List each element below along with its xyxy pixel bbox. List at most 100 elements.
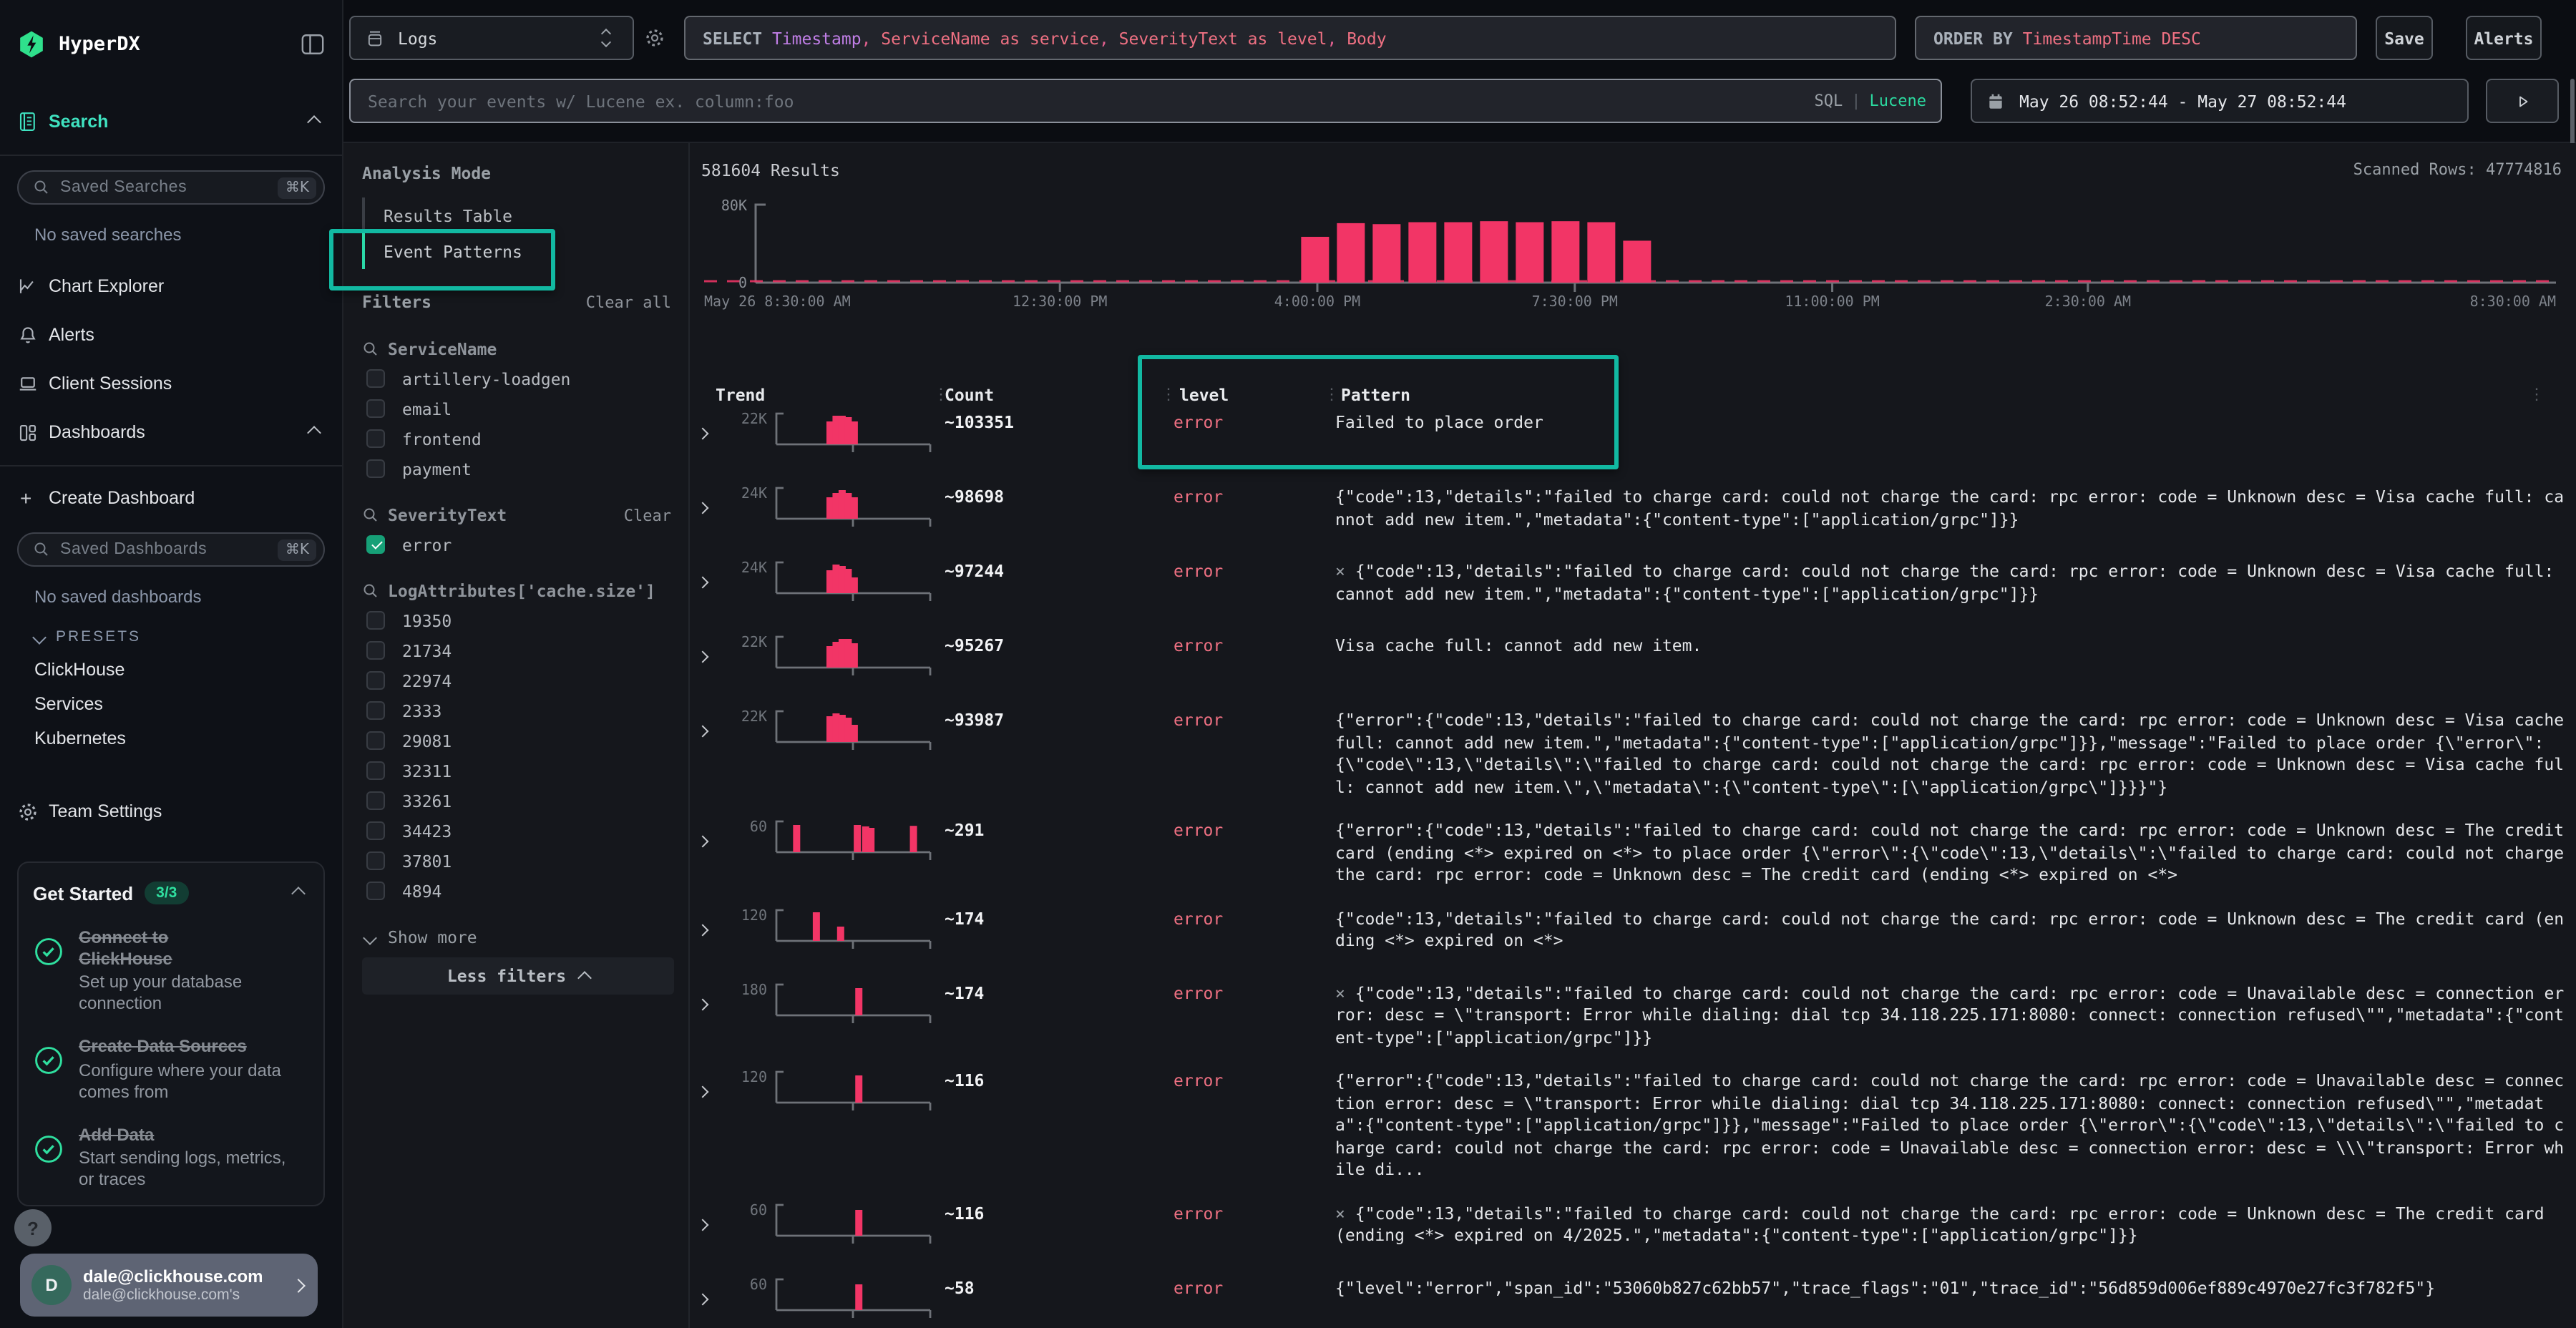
checkbox[interactable] (366, 399, 385, 418)
filter-clear-button[interactable]: Clear (624, 506, 671, 524)
checkbox[interactable] (366, 429, 385, 448)
expand-chevron-icon[interactable] (698, 1068, 718, 1102)
preset-item-kubernetes[interactable]: Kubernetes (17, 721, 325, 756)
expand-chevron-icon[interactable] (698, 558, 718, 592)
pattern-row[interactable]: 22K~103351errorFailed to place order (698, 409, 2565, 465)
mode-results-table[interactable]: Results Table (362, 197, 674, 233)
column-header-level[interactable]: level (1179, 385, 1341, 405)
order-by-input[interactable]: ORDER BY TimestampTime DESC (1915, 16, 2357, 60)
source-settings-gear-icon[interactable] (644, 27, 665, 49)
sidebar-item-team-settings[interactable]: Team Settings (17, 790, 325, 833)
expand-chevron-icon[interactable] (698, 707, 718, 741)
sidebar-collapse-icon[interactable] (301, 33, 325, 56)
get-started-item[interactable]: Connect to ClickHouse Set up your databa… (33, 927, 306, 1015)
checkbox-checked[interactable] (366, 535, 385, 554)
sidebar-item-alerts[interactable]: Alerts (17, 313, 325, 356)
filter-option[interactable]: 34423 (362, 816, 674, 846)
clear-all-button[interactable]: Clear all (586, 293, 671, 311)
pattern-row[interactable]: 120~174error{"code":13,"details":"failed… (698, 905, 2565, 961)
pattern-row[interactable]: 24K~98698error{"code":13,"details":"fail… (698, 484, 2565, 540)
save-button[interactable]: Save (2376, 16, 2433, 60)
filter-option[interactable]: 37801 (362, 846, 674, 876)
column-header-count[interactable]: Count (939, 385, 1179, 405)
less-filters-button[interactable]: Less filters (362, 957, 674, 995)
pattern-row[interactable]: 22K~93987error{"error":{"code":13,"detai… (698, 707, 2565, 799)
show-more-button[interactable]: Show more (362, 923, 674, 952)
pattern-row[interactable]: 180~174error×{"code":13,"details":"faile… (698, 980, 2565, 1049)
events-histogram[interactable]: May 26 8:30:00 AM12:30:00 PM4:00:00 PM7:… (693, 160, 2570, 312)
filter-option[interactable]: 22974 (362, 665, 674, 695)
cross-icon[interactable]: × (1335, 982, 1345, 1002)
column-header-pattern[interactable]: Pattern (1341, 385, 2565, 405)
checkbox[interactable] (366, 369, 385, 388)
checkbox[interactable] (366, 882, 385, 900)
expand-chevron-icon[interactable] (698, 980, 718, 1014)
column-grip-icon[interactable]: ⋮ (1161, 385, 1176, 404)
date-range-picker[interactable]: May 26 08:52:44 - May 27 08:52:44 (1971, 79, 2469, 123)
user-menu[interactable]: D dale@clickhouse.com dale@clickhouse.co… (20, 1254, 318, 1317)
chevron-up-icon[interactable] (293, 880, 303, 906)
pattern-row[interactable]: 24K~97244error×{"code":13,"details":"fai… (698, 558, 2565, 614)
expand-chevron-icon[interactable] (698, 484, 718, 518)
help-button[interactable]: ? (14, 1209, 52, 1246)
checkbox[interactable] (366, 791, 385, 810)
checkbox[interactable] (366, 641, 385, 660)
filter-option[interactable]: 19350 (362, 605, 674, 635)
select-query-input[interactable]: SELECT Timestamp, ServiceName as service… (684, 16, 1896, 60)
expand-chevron-icon[interactable] (698, 817, 718, 851)
pattern-row[interactable]: 22K~95267errorVisa cache full: cannot ad… (698, 633, 2565, 688)
column-header-trend[interactable]: Trend (698, 385, 939, 405)
sidebar-item-search[interactable]: Search (17, 100, 325, 143)
saved-searches-input[interactable]: Saved Searches ⌘K (17, 170, 325, 205)
checkbox[interactable] (366, 459, 385, 478)
filter-option[interactable]: frontend (362, 424, 674, 454)
checkbox[interactable] (366, 821, 385, 840)
column-grip-icon[interactable]: ⋮ (2529, 385, 2545, 404)
column-grip-icon[interactable]: ⋮ (1324, 385, 1340, 404)
lucene-toggle[interactable]: Lucene (1870, 92, 1927, 110)
mode-event-patterns[interactable]: Event Patterns (362, 233, 674, 269)
lucene-search-input[interactable]: Search your events w/ Lucene ex. column:… (349, 79, 1942, 123)
alerts-button[interactable]: Alerts (2466, 16, 2542, 60)
sidebar-item-dashboards[interactable]: Dashboards (17, 411, 325, 454)
pattern-row[interactable]: 60~116error×{"code":13,"details":"failed… (698, 1200, 2565, 1256)
run-query-button[interactable] (2486, 79, 2559, 123)
filter-option[interactable]: payment (362, 454, 674, 484)
expand-chevron-icon[interactable] (698, 633, 718, 667)
filter-option[interactable]: 2333 (362, 695, 674, 726)
column-grip-icon[interactable]: ⋮ (933, 385, 949, 404)
filter-option[interactable]: 4894 (362, 876, 674, 906)
expand-chevron-icon[interactable] (698, 1274, 718, 1309)
pattern-row[interactable]: 60~58error{"level":"error","span_id":"53… (698, 1274, 2565, 1328)
expand-chevron-icon[interactable] (698, 1200, 718, 1234)
checkbox[interactable] (366, 851, 385, 870)
chevron-up-icon[interactable] (309, 422, 319, 442)
source-select[interactable]: Logs (349, 16, 634, 60)
chevron-up-icon[interactable] (309, 112, 319, 132)
preset-item-clickhouse[interactable]: ClickHouse (17, 653, 325, 687)
expand-chevron-icon[interactable] (698, 409, 718, 444)
expand-chevron-icon[interactable] (698, 905, 718, 939)
checkbox[interactable] (366, 671, 385, 690)
presets-toggle[interactable]: PRESETS (17, 621, 325, 653)
checkbox[interactable] (366, 611, 385, 630)
filter-option[interactable]: 32311 (362, 756, 674, 786)
sql-toggle[interactable]: SQL (1815, 92, 1843, 110)
pattern-row[interactable]: 60~291error{"error":{"code":13,"details"… (698, 817, 2565, 887)
cross-icon[interactable]: × (1335, 1203, 1345, 1223)
checkbox[interactable] (366, 701, 385, 720)
saved-dashboards-input[interactable]: Saved Dashboards ⌘K (17, 532, 325, 567)
filter-option[interactable]: 33261 (362, 786, 674, 816)
get-started-item[interactable]: Add Data Start sending logs, metrics, or… (33, 1124, 306, 1191)
get-started-item[interactable]: Create Data Sources Configure where your… (33, 1036, 306, 1103)
sidebar-item-chart-explorer[interactable]: Chart Explorer (17, 265, 325, 308)
create-dashboard-button[interactable]: + Create Dashboard (17, 478, 325, 518)
cross-icon[interactable]: × (1335, 561, 1345, 581)
preset-item-services[interactable]: Services (17, 687, 325, 721)
pattern-row[interactable]: 120~116error{"error":{"code":13,"details… (698, 1068, 2565, 1181)
filter-option[interactable]: 21734 (362, 635, 674, 665)
filter-option[interactable]: 29081 (362, 726, 674, 756)
filter-option[interactable]: artillery-loadgen (362, 363, 674, 394)
filter-option[interactable]: error (362, 529, 674, 560)
checkbox[interactable] (366, 761, 385, 780)
